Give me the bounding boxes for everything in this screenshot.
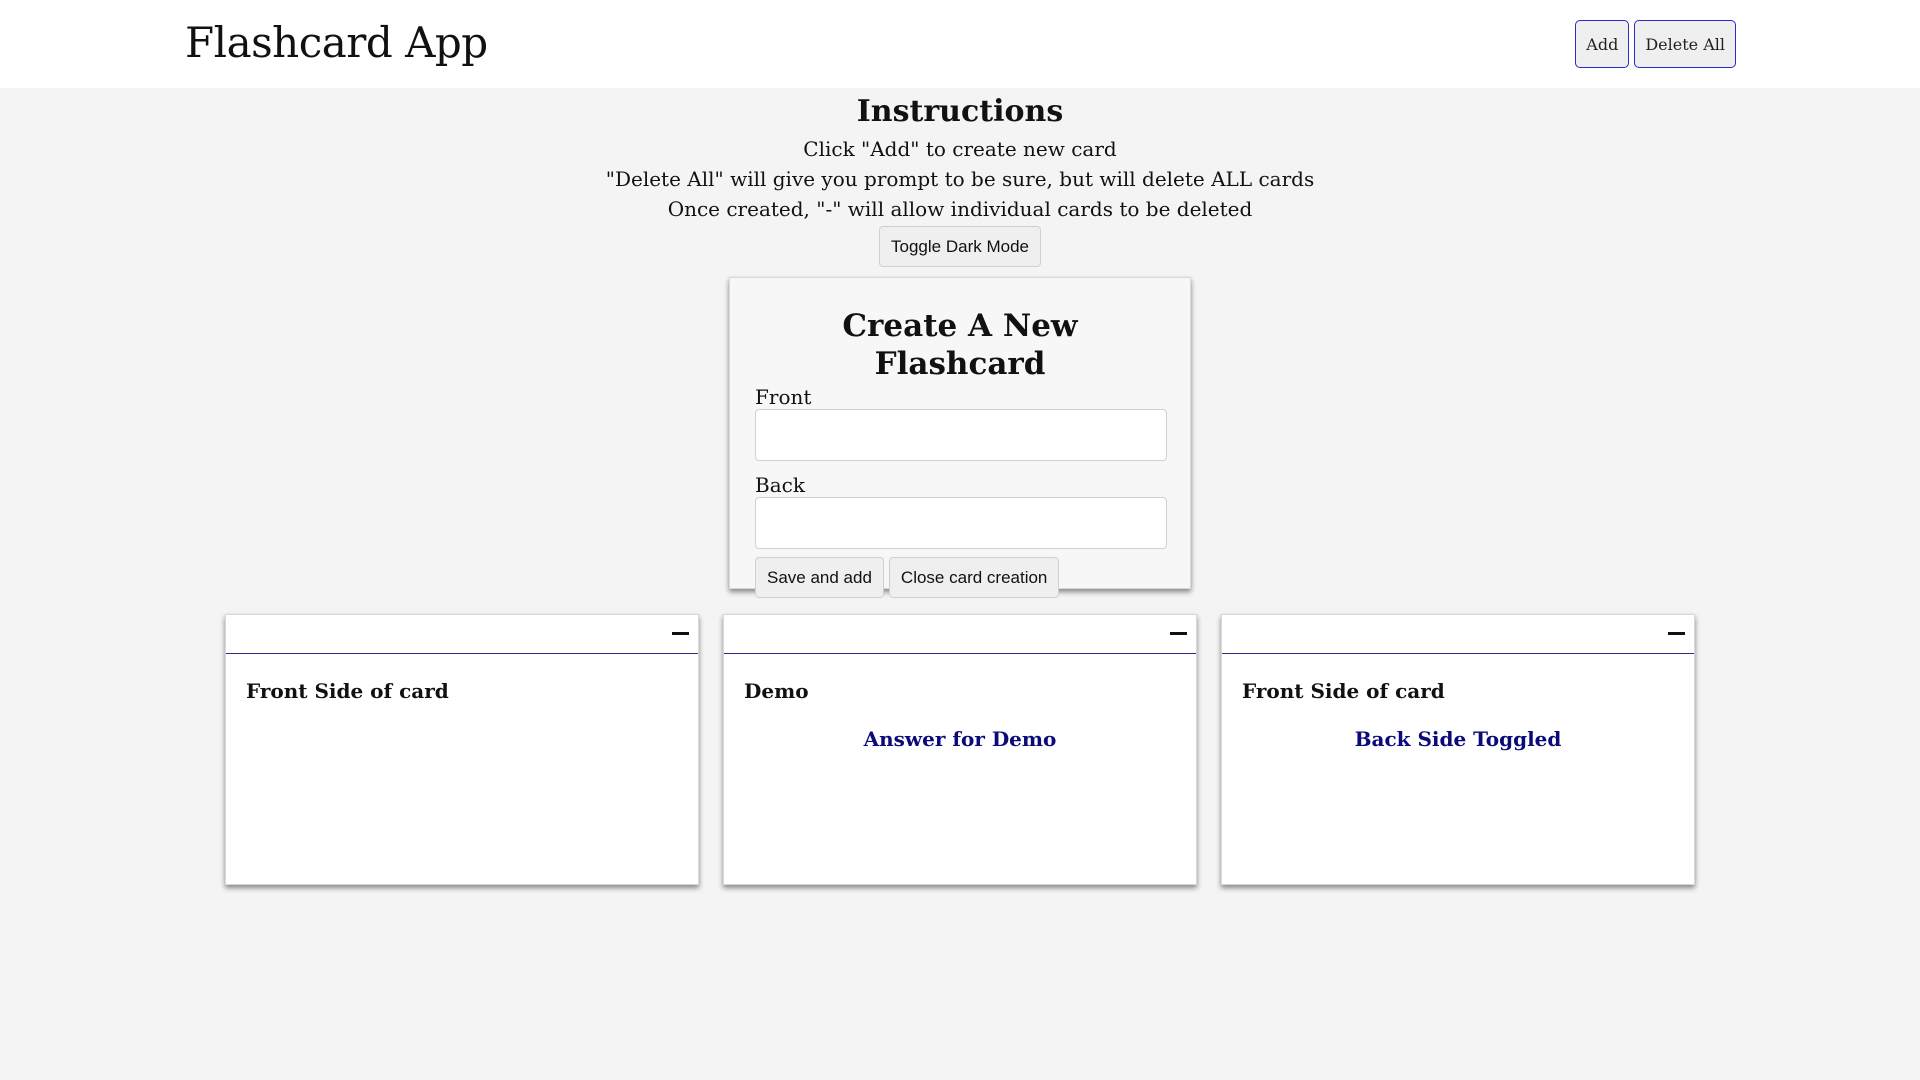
front-label: Front [755, 385, 812, 409]
card-front-text: Front Side of card [246, 679, 449, 703]
card-toolbar [1222, 615, 1694, 654]
minus-icon[interactable] [672, 632, 689, 635]
flashcard-list: Front Side of card Demo Answer for Demo … [225, 614, 1695, 885]
flashcard[interactable]: Demo Answer for Demo [723, 614, 1197, 885]
front-input[interactable] [755, 409, 1167, 461]
card-toolbar [724, 615, 1196, 654]
create-card-panel: Create A New Flashcard Front Back Save a… [729, 277, 1191, 598]
minus-icon[interactable] [1668, 632, 1685, 635]
save-and-add-button[interactable]: Save and add [755, 557, 884, 598]
minus-icon[interactable] [1170, 632, 1187, 635]
instruction-line: Once created, "-" will allow individual … [667, 197, 1253, 221]
header-actions: Add Delete All [1575, 20, 1736, 68]
instruction-line: Click "Add" to create new card [803, 137, 1117, 161]
app-title: Flashcard App [185, 18, 488, 67]
create-panel-actions: Save and add Close card creation [755, 557, 1165, 598]
close-card-creation-button[interactable]: Close card creation [888, 557, 1060, 598]
create-panel-title: Create A New Flashcard [842, 308, 1078, 382]
flashcard[interactable]: Front Side of card [225, 614, 699, 885]
instructions-heading: Instructions [856, 94, 1064, 129]
back-label: Back [755, 473, 805, 497]
card-toolbar [226, 615, 698, 654]
instructions-section: Instructions Click "Add" to create new c… [0, 90, 1920, 267]
card-back-text: Back Side Toggled [1354, 727, 1562, 751]
app-header: Flashcard App Add Delete All [0, 0, 1920, 88]
toggle-dark-mode-button[interactable]: Toggle Dark Mode [879, 226, 1041, 267]
card-back-text: Answer for Demo [863, 727, 1057, 751]
card-front-text: Front Side of card [1242, 679, 1445, 703]
delete-all-button[interactable]: Delete All [1634, 20, 1736, 68]
back-input[interactable] [755, 497, 1167, 549]
card-front-text: Demo [744, 679, 809, 703]
add-button[interactable]: Add [1575, 20, 1630, 68]
flashcard[interactable]: Front Side of card Back Side Toggled [1221, 614, 1695, 885]
instruction-line: "Delete All" will give you prompt to be … [605, 167, 1315, 191]
